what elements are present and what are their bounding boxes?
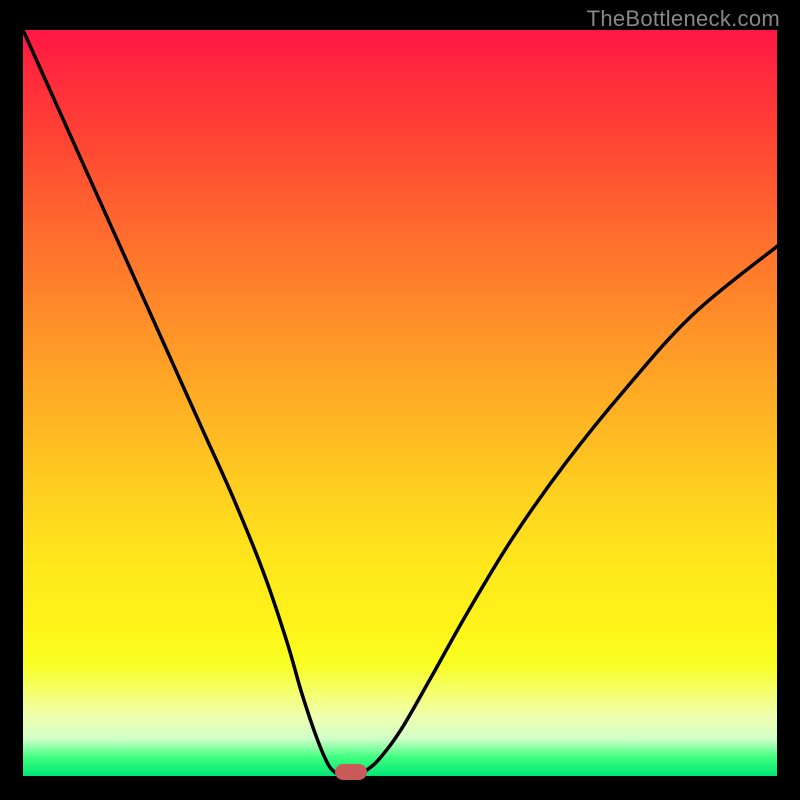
watermark-text: TheBottleneck.com (587, 6, 780, 32)
curve-svg (23, 30, 777, 776)
plot-area (23, 30, 777, 776)
bottleneck-curve (23, 30, 777, 773)
chart-container: TheBottleneck.com (0, 0, 800, 800)
optimal-point-marker (335, 764, 367, 780)
